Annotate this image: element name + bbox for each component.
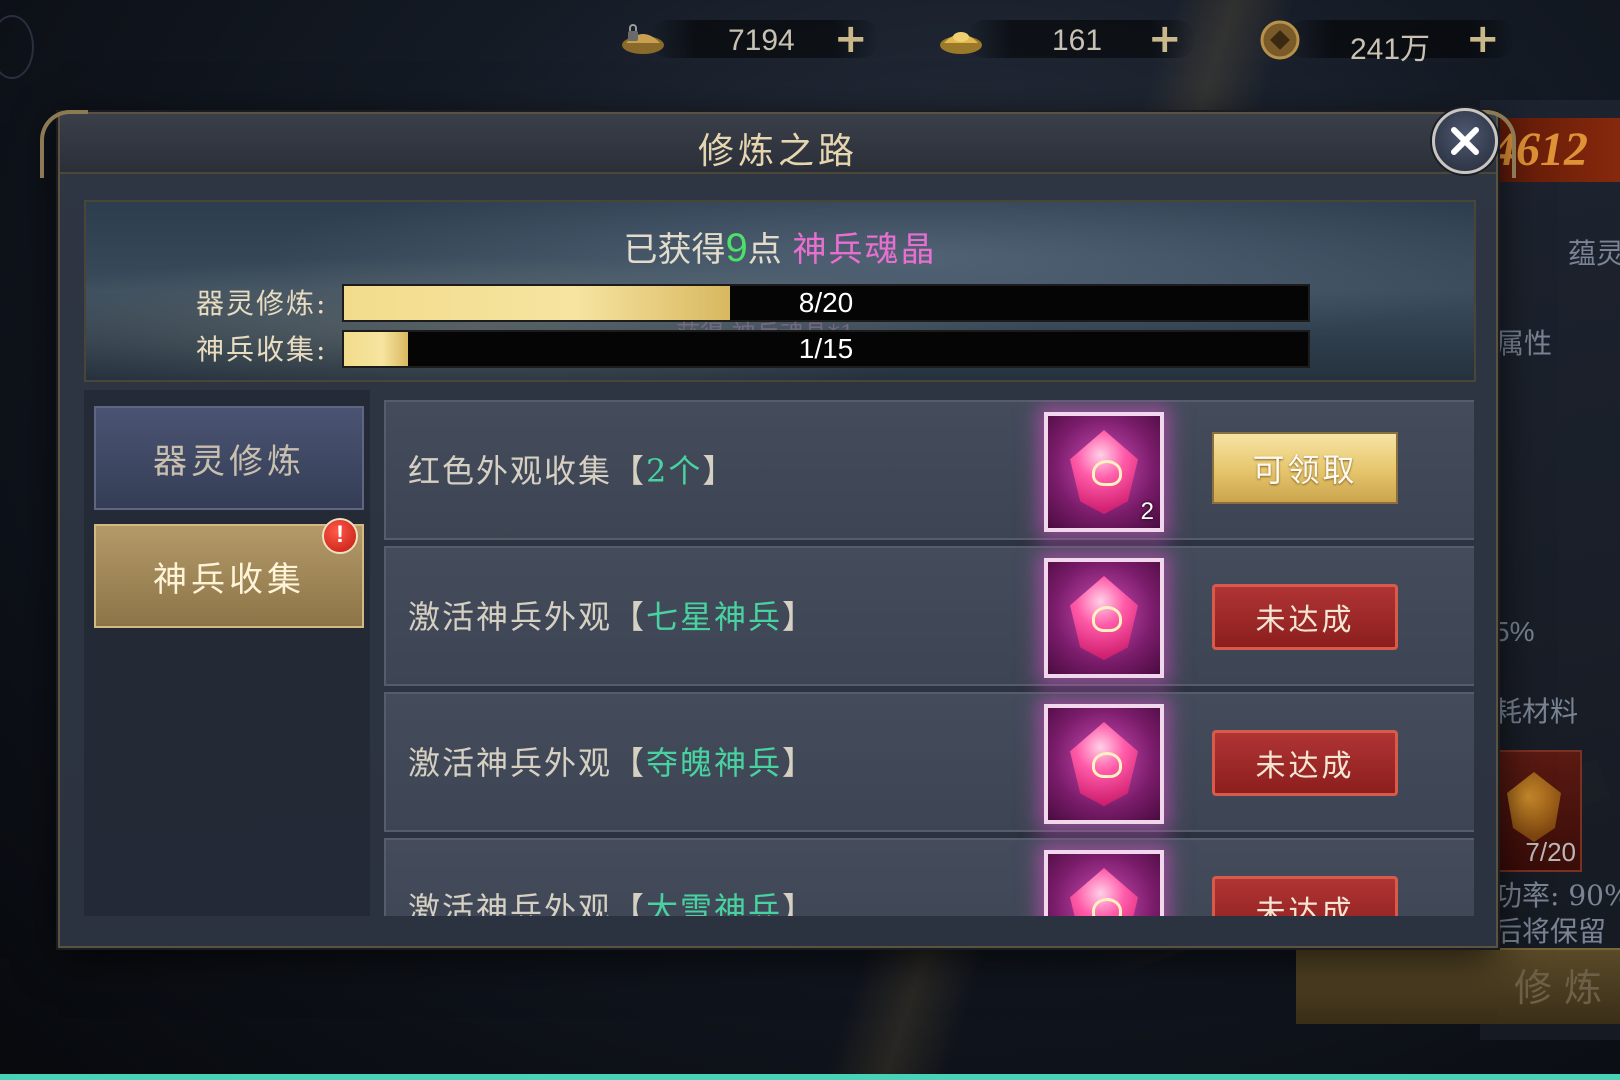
close-icon: [1451, 127, 1479, 155]
background-material-label: 耗材料: [1494, 695, 1579, 728]
crystal-emblem-icon: [1092, 460, 1122, 486]
task-row: 激活神兵外观【夺魄神兵】 未达成: [384, 692, 1474, 832]
task-list[interactable]: 红色外观收集【2个】 2 可领取 激活神兵外观【七星神兵】 未达成 激活神兵外观…: [384, 400, 1474, 916]
reward-slot[interactable]: [1044, 850, 1164, 916]
not-achieved-button[interactable]: 未达成: [1212, 876, 1398, 916]
coin-icon: [1260, 20, 1300, 60]
dialog-title: 修炼之路: [697, 131, 858, 172]
claim-button[interactable]: 可领取: [1212, 432, 1398, 504]
task-row: 红色外观收集【2个】 2 可领取: [384, 400, 1474, 540]
currency-coin: 241万 +: [1256, 16, 1516, 66]
bar-label-spirit: 器灵修炼:: [196, 287, 328, 320]
notification-badge: !: [322, 518, 358, 554]
tab-label: 神兵收集: [153, 559, 305, 600]
currency-value: 241万: [1350, 33, 1431, 66]
dialog-header: 修炼之路: [40, 110, 1516, 178]
progress-bar-text: 1/15: [798, 333, 854, 364]
crystal-emblem-icon: [1092, 606, 1122, 632]
task-label: 激活神兵外观【七星神兵】: [408, 598, 817, 636]
material-count: 7/20: [1525, 837, 1576, 867]
reward-slot[interactable]: [1044, 558, 1164, 678]
currency-locked-ingot: 7194 +: [620, 16, 880, 62]
earned-summary: 已获得9点 神兵魂晶: [86, 222, 1474, 271]
background-attr-label: 属性: [1496, 327, 1553, 360]
add-currency-button[interactable]: +: [834, 16, 868, 62]
tab-label: 器灵修炼: [153, 441, 305, 482]
bar-label-collection: 神兵收集:: [196, 333, 328, 366]
cultivate-button: 修 炼: [1296, 948, 1620, 1024]
add-currency-button[interactable]: +: [1466, 16, 1500, 62]
task-label: 激活神兵外观【夺魄神兵】: [408, 744, 817, 782]
currency-value: 161: [1052, 24, 1103, 57]
material-gem-icon: [1507, 772, 1561, 842]
task-row: 激活神兵外观【大雪神兵】 未达成: [384, 838, 1474, 916]
currency-value: 7194: [728, 24, 795, 57]
reward-slot[interactable]: 2: [1044, 412, 1164, 532]
bottom-strip: [0, 1074, 1620, 1080]
gold-ingot-icon: [940, 32, 982, 54]
reward-slot[interactable]: [1044, 704, 1164, 824]
progress-bar-collection: 1/15: [342, 330, 1310, 368]
not-achieved-button[interactable]: 未达成: [1212, 730, 1398, 796]
close-button[interactable]: [1432, 108, 1498, 174]
emblem-icon: [0, 15, 34, 79]
earned-prefix: 已获得: [623, 230, 726, 270]
task-label: 红色外观收集【2个】: [408, 452, 737, 490]
earned-points: 9: [725, 226, 748, 270]
background-percent: 5%: [1494, 616, 1535, 647]
keep-note: 后将保留: [1494, 915, 1607, 948]
earned-unit: 点: [747, 230, 782, 270]
locked-ingot-icon: [622, 24, 664, 54]
crystal-emblem-icon: [1092, 752, 1122, 778]
tab-spirit-cultivation[interactable]: 器灵修炼: [94, 406, 364, 510]
success-rate: 功率: 90%: [1494, 879, 1620, 912]
task-label: 激活神兵外观【大雪神兵】: [408, 890, 817, 916]
cultivation-path-dialog: 修炼之路 已获得9点 神兵魂晶 器灵修炼: 8/20 获得 神兵魂晶*1 神兵收…: [40, 110, 1516, 948]
currency-gold-ingot: 161 +: [936, 16, 1196, 62]
task-row: 激活神兵外观【七星神兵】 未达成: [384, 546, 1474, 686]
material-slot: 7/20: [1492, 750, 1582, 872]
crystal-name: 神兵魂晶: [792, 230, 937, 270]
add-currency-button[interactable]: +: [1148, 16, 1182, 62]
not-achieved-button[interactable]: 未达成: [1212, 584, 1398, 650]
category-sidebar: 器灵修炼 神兵收集: [84, 390, 370, 916]
background-tab-label: 蕴灵: [1568, 237, 1620, 270]
progress-summary: 已获得9点 神兵魂晶 器灵修炼: 8/20 获得 神兵魂晶*1 神兵收集: 1/…: [84, 200, 1476, 382]
reward-count: 2: [1140, 498, 1154, 525]
